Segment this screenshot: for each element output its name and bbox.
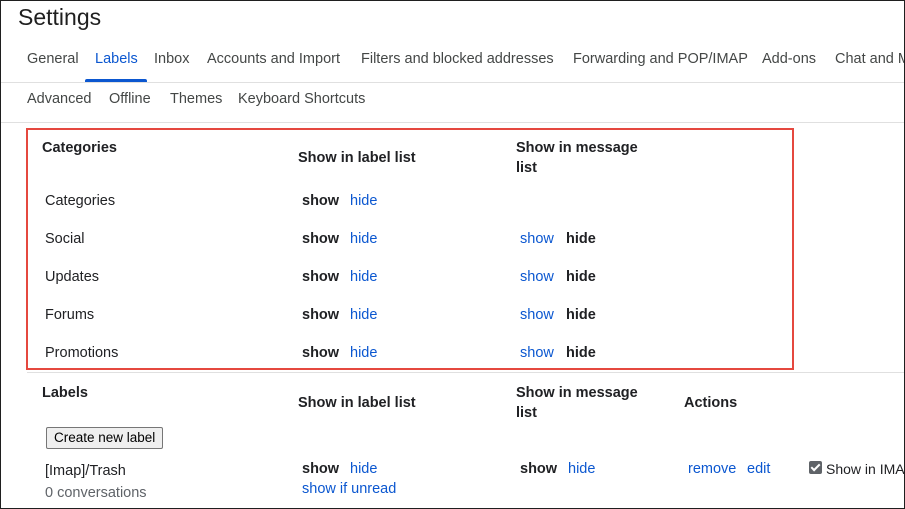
tab-chat-and-meet[interactable]: Chat and Meet [835, 51, 904, 67]
tab-general[interactable]: General [27, 51, 79, 67]
tabs-bottom-divider [1, 122, 904, 123]
tab-forwarding-pop-imap[interactable]: Forwarding and POP/IMAP [573, 51, 748, 67]
tab-accounts-and-import[interactable]: Accounts and Import [207, 51, 340, 67]
message-list-hide-link[interactable]: hide [568, 461, 595, 477]
message-list-show-link[interactable]: show [520, 269, 554, 285]
message-list-hide: hide [566, 345, 596, 361]
tabs-divider [1, 82, 904, 83]
labels-col-label-list: Show in label list [298, 395, 416, 411]
message-list-hide: hide [566, 231, 596, 247]
label-list-show: show [302, 193, 340, 209]
message-list-show-link[interactable]: show [520, 345, 554, 361]
labels-col-message-list-line2: list [516, 405, 537, 421]
category-name: Social [45, 231, 85, 247]
label-list-show: show [302, 307, 340, 323]
tabs-row-2: Advanced Offline Themes Keyboard Shortcu… [27, 91, 627, 113]
tab-inbox[interactable]: Inbox [154, 51, 189, 67]
category-name: Promotions [45, 345, 119, 361]
label-list-hide-link[interactable]: hide [350, 231, 377, 247]
label-list-show: show [302, 231, 340, 247]
categories-col-label-list: Show in label list [298, 150, 416, 166]
labels-heading: Labels [42, 385, 88, 401]
label-list-show: show [302, 345, 340, 361]
category-name: Forums [45, 307, 95, 323]
tab-filters-and-blocked-addresses[interactable]: Filters and blocked addresses [361, 51, 554, 67]
tab-add-ons[interactable]: Add-ons [762, 51, 816, 67]
message-list-show-link[interactable]: show [520, 307, 554, 323]
categories-col-message-list: Show in message [516, 140, 638, 156]
tab-advanced[interactable]: Advanced [27, 91, 92, 107]
message-list-show: show [520, 461, 558, 477]
tab-offline[interactable]: Offline [109, 91, 151, 107]
tab-labels[interactable]: Labels [95, 51, 138, 67]
label-list-show: show [302, 461, 340, 477]
show-in-imap-label: Show in IMAP [826, 461, 905, 477]
page-title: Settings [18, 4, 102, 30]
labels-col-actions: Actions [684, 395, 738, 411]
message-list-hide: hide [566, 307, 596, 323]
label-list-hide-link[interactable]: hide [350, 307, 377, 323]
label-list-show-if-unread-link[interactable]: show if unread [302, 481, 396, 497]
remove-label-link[interactable]: remove [688, 461, 736, 477]
label-list-hide-link[interactable]: hide [350, 461, 377, 477]
edit-label-link[interactable]: edit [747, 461, 770, 477]
message-list-show-link[interactable]: show [520, 231, 554, 247]
label-list-hide-link[interactable]: hide [350, 269, 377, 285]
labels-col-message-list: Show in message [516, 385, 638, 401]
categories-col-message-list-line2: list [516, 160, 537, 176]
label-list-show: show [302, 269, 340, 285]
categories-heading: Categories [42, 140, 117, 156]
label-name: [Imap]/Trash [45, 463, 126, 479]
tabs-row-1: General Labels Inbox Accounts and Import… [27, 51, 904, 73]
label-conversation-count: 0 conversations [45, 485, 147, 501]
settings-window: Settings General Labels Inbox Accounts a… [0, 0, 905, 509]
tab-keyboard-shortcuts[interactable]: Keyboard Shortcuts [238, 91, 365, 107]
section-divider [27, 372, 904, 373]
tab-themes[interactable]: Themes [170, 91, 222, 107]
label-list-hide-link[interactable]: hide [350, 193, 377, 209]
message-list-hide: hide [566, 269, 596, 285]
category-name: Updates [45, 269, 100, 285]
show-in-imap-checkbox[interactable] [809, 461, 822, 474]
label-list-hide-link[interactable]: hide [350, 345, 377, 361]
create-new-label-button[interactable]: Create new label [46, 427, 164, 449]
category-name: Categories [45, 193, 116, 209]
